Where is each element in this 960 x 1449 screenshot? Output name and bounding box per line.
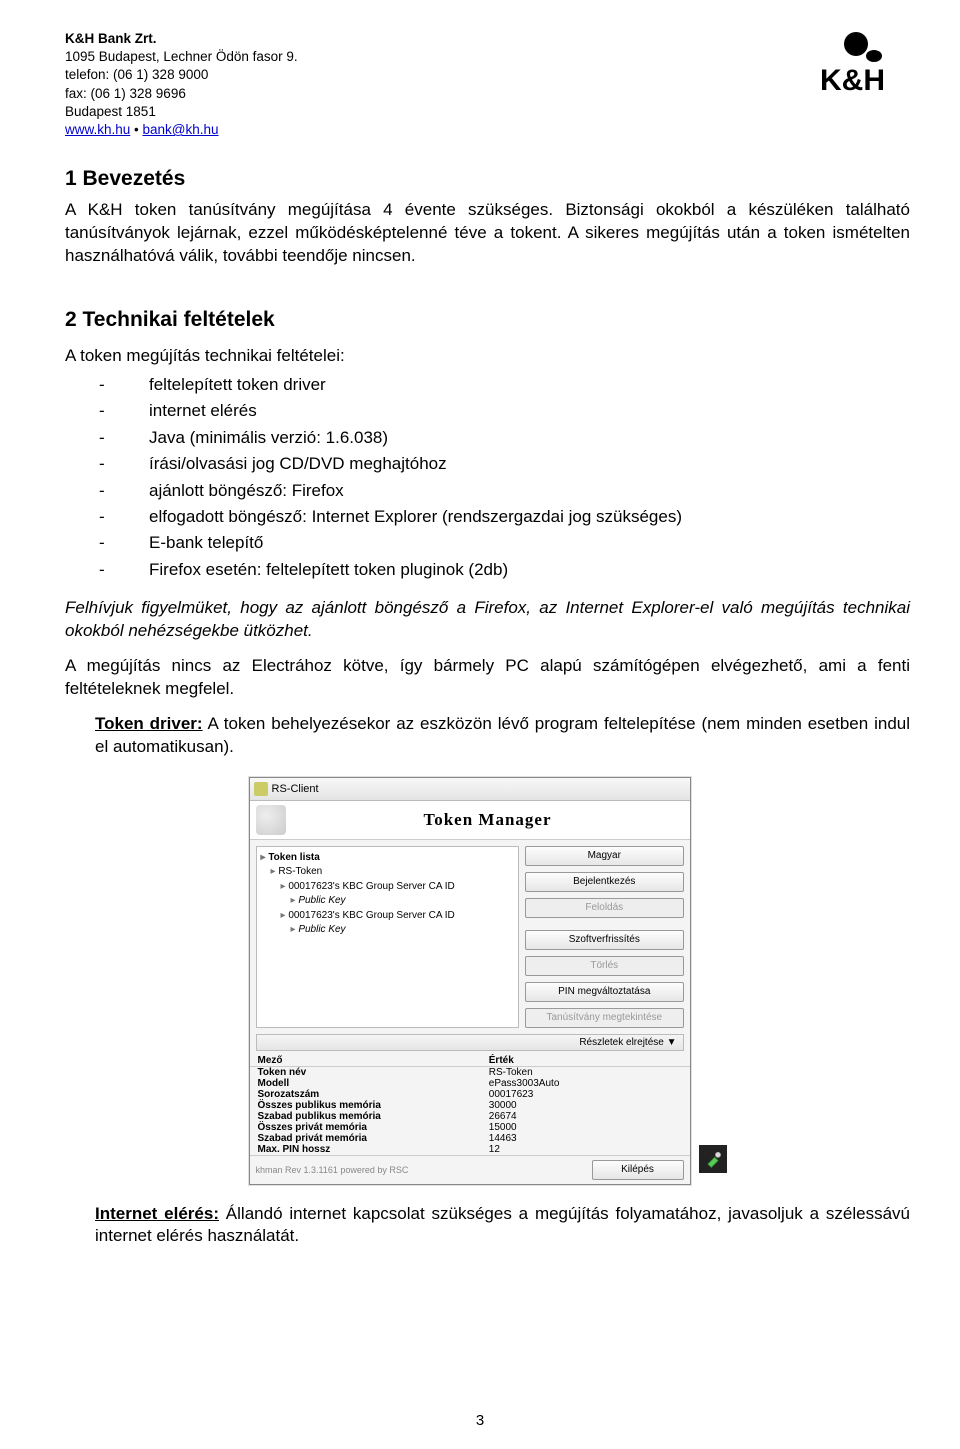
login-button[interactable]: Bejelentkezés xyxy=(525,872,683,892)
table-row: Token névRS-Token xyxy=(250,1067,690,1078)
section-2-title: 2 Technikai feltételek xyxy=(65,308,910,332)
kh-logo-icon: K&H xyxy=(820,30,910,100)
language-button[interactable]: Magyar xyxy=(525,846,683,866)
unlock-button: Feloldás xyxy=(525,898,683,918)
token-manager-titlebar: RS-Client xyxy=(250,778,690,801)
table-row: Szabad privát memória14463 xyxy=(250,1133,690,1144)
banner-title: Token Manager xyxy=(292,810,684,830)
list-item: feltelepített token driver xyxy=(149,372,326,398)
company-name: K&H Bank Zrt. xyxy=(65,30,298,48)
tree-item[interactable]: 00017623's KBC Group Server CA ID xyxy=(281,909,515,924)
table-row: Szabad publikus memória26674 xyxy=(250,1111,690,1122)
requirements-list: -feltelepített token driver -internet el… xyxy=(99,372,910,583)
firefox-note: Felhívjuk figyelmüket, hogy az ajánlott … xyxy=(65,597,910,643)
list-item: Firefox esetén: feltelepített token plug… xyxy=(149,557,508,583)
table-row: Összes publikus memória30000 xyxy=(250,1100,690,1111)
company-website-link[interactable]: www.kh.hu xyxy=(65,122,130,137)
token-tree: Token lista RS-Token 00017623's KBC Grou… xyxy=(256,846,520,1028)
pin-change-button[interactable]: PIN megváltoztatása xyxy=(525,982,683,1002)
company-phone: telefon: (06 1) 328 9000 xyxy=(65,66,298,84)
tree-header: Token lista xyxy=(261,851,515,866)
exit-button[interactable]: Kilépés xyxy=(592,1160,684,1180)
company-address: 1095 Budapest, Lechner Ödön fasor 9. xyxy=(65,48,298,66)
list-item: ajánlott böngésző: Firefox xyxy=(149,478,344,504)
table-row: ModellePass3003Auto xyxy=(250,1078,690,1089)
company-fax: fax: (06 1) 328 9696 xyxy=(65,85,298,103)
section-1-title: 1 Bevezetés xyxy=(65,167,910,191)
list-item: elfogadott böngésző: Internet Explorer (… xyxy=(149,504,682,530)
company-email-link[interactable]: bank@kh.hu xyxy=(143,122,219,137)
separator-dot: • xyxy=(130,122,142,137)
tree-item[interactable]: Public Key xyxy=(291,894,515,909)
company-post: Budapest 1851 xyxy=(65,103,298,121)
app-icon xyxy=(254,782,268,796)
tray-token-icon[interactable] xyxy=(699,1145,727,1173)
token-driver-paragraph: Token driver: A token behelyezésekor az … xyxy=(95,713,910,759)
footer-version: khman Rev 1.3.1161 powered by RSC xyxy=(256,1165,409,1175)
sw-refresh-button[interactable]: Szoftverfrissítés xyxy=(525,930,683,950)
section-1-body: A K&H token tanúsítvány megújítása 4 éve… xyxy=(65,199,910,268)
requirements-intro: A token megújítás technikai feltételei: xyxy=(65,346,910,366)
banner-logo-icon xyxy=(256,805,286,835)
tree-item[interactable]: Public Key xyxy=(291,923,515,938)
electra-note: A megújítás nincs az Electrához kötve, í… xyxy=(65,655,910,701)
svg-text:K&H: K&H xyxy=(820,64,885,97)
page-number: 3 xyxy=(476,1412,484,1429)
table-row: Sorozatszám00017623 xyxy=(250,1089,690,1100)
list-item: E-bank telepítő xyxy=(149,530,263,556)
internet-access-paragraph: Internet elérés: Állandó internet kapcso… xyxy=(95,1203,910,1249)
logo: K&H xyxy=(820,30,910,105)
window-title: RS-Client xyxy=(272,783,686,795)
cert-view-button: Tanúsítvány megtekintése xyxy=(525,1008,683,1028)
table-header-field: Mező xyxy=(258,1055,489,1066)
delete-button: Törlés xyxy=(525,956,683,976)
list-item: Java (minimális verzió: 1.6.038) xyxy=(149,425,388,451)
table-row: Max. PIN hossz12 xyxy=(250,1144,690,1155)
token-driver-text: A token behelyezésekor az eszközön lévő … xyxy=(95,714,910,756)
company-info: K&H Bank Zrt. 1095 Budapest, Lechner Ödö… xyxy=(65,30,298,139)
table-header-value: Érték xyxy=(489,1055,682,1066)
internet-label: Internet elérés: xyxy=(95,1204,219,1223)
table-row: Összes privát memória15000 xyxy=(250,1122,690,1133)
token-driver-label: Token driver: xyxy=(95,714,203,733)
tree-item[interactable]: 00017623's KBC Group Server CA ID xyxy=(281,880,515,895)
list-item: írási/olvasási jog CD/DVD meghajtóhoz xyxy=(149,451,447,477)
list-item: internet elérés xyxy=(149,398,257,424)
tree-item[interactable]: RS-Token xyxy=(271,865,515,880)
details-toggle[interactable]: Részletek elrejtése ▼ xyxy=(256,1034,684,1051)
token-manager-window: RS-Client Token Manager Token lista RS-T… xyxy=(249,777,691,1185)
